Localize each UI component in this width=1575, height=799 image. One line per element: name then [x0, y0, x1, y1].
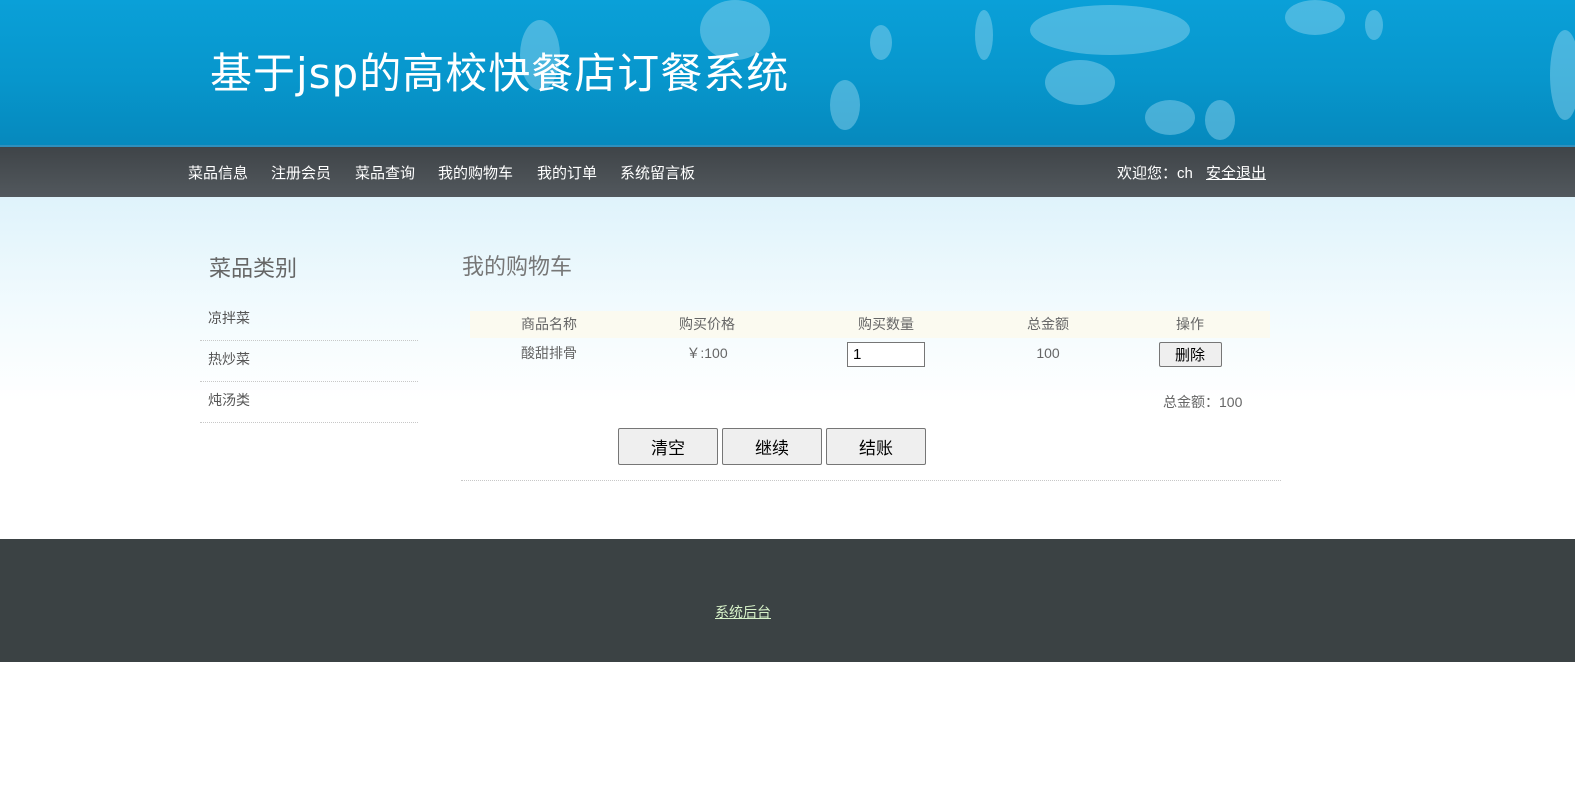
sidebar-title: 菜品类别	[209, 257, 298, 282]
category-item-cold-dishes[interactable]: 凉拌菜	[200, 300, 418, 341]
nav-item-cart[interactable]: 我的购物车	[438, 162, 513, 183]
continue-button[interactable]: 继续	[722, 428, 822, 465]
banner-splash-decoration	[975, 10, 993, 60]
footer: 系统后台	[0, 539, 1575, 662]
clear-button[interactable]: 清空	[618, 428, 718, 465]
checkout-button[interactable]: 结账	[826, 428, 926, 465]
banner-splash-decoration	[1045, 60, 1115, 105]
cart-table: 商品名称 购买价格 购买数量 总金额 操作 酸甜排骨 ￥:100 100 删除	[470, 311, 1270, 372]
nav-item-register[interactable]: 注册会员	[271, 162, 331, 183]
cart-table-header: 商品名称 购买价格 购买数量 总金额 操作	[470, 311, 1270, 338]
delete-button[interactable]: 删除	[1158, 341, 1222, 367]
section-divider	[461, 480, 1281, 481]
banner-splash-decoration	[830, 80, 860, 130]
item-total: 100	[1036, 345, 1060, 361]
welcome-text: 欢迎您：ch	[1117, 165, 1193, 182]
nav-item-dishes[interactable]: 菜品信息	[188, 162, 248, 183]
column-header-name: 商品名称	[521, 316, 577, 332]
action-cell: 删除	[1110, 338, 1270, 372]
column-header-quantity: 购买数量	[858, 316, 914, 332]
logout-link[interactable]: 安全退出	[1206, 162, 1266, 183]
column-header-price: 购买价格	[679, 316, 735, 332]
nav-item-orders[interactable]: 我的订单	[537, 162, 597, 183]
site-title: 基于jsp的高校快餐店订餐系统	[210, 49, 790, 98]
banner-splash-decoration	[870, 25, 892, 60]
column-header-total: 总金额	[1027, 316, 1069, 332]
cart-total-label: 总金额：	[1163, 394, 1219, 410]
banner-splash-decoration	[1365, 10, 1383, 40]
page-title: 我的购物车	[462, 255, 573, 280]
banner-splash-decoration	[1030, 5, 1190, 55]
category-item-stir-fry[interactable]: 热炒菜	[200, 341, 418, 382]
admin-backend-link[interactable]: 系统后台	[715, 602, 771, 622]
category-item-soup[interactable]: 炖汤类	[200, 382, 418, 423]
header-banner: 基于jsp的高校快餐店订餐系统	[0, 0, 1575, 145]
item-price: ￥:100	[686, 345, 728, 361]
cart-total-value: 100	[1219, 394, 1243, 410]
nav-item-search[interactable]: 菜品查询	[355, 162, 415, 183]
cart-total: 总金额：100	[1163, 392, 1242, 412]
banner-splash-decoration	[1550, 30, 1575, 120]
table-row: 酸甜排骨 ￥:100 100 删除	[470, 338, 1270, 372]
top-navbar: 菜品信息 注册会员 菜品查询 我的购物车 我的订单 系统留言板 欢迎您：ch 安…	[0, 145, 1575, 197]
quantity-input[interactable]	[847, 341, 925, 367]
item-name: 酸甜排骨	[521, 345, 577, 361]
banner-splash-decoration	[1285, 0, 1345, 35]
banner-splash-decoration	[1145, 100, 1195, 135]
nav-item-messages[interactable]: 系统留言板	[620, 162, 695, 183]
quantity-cell	[786, 338, 986, 372]
column-header-action: 操作	[1176, 316, 1204, 332]
banner-splash-decoration	[1205, 100, 1235, 140]
